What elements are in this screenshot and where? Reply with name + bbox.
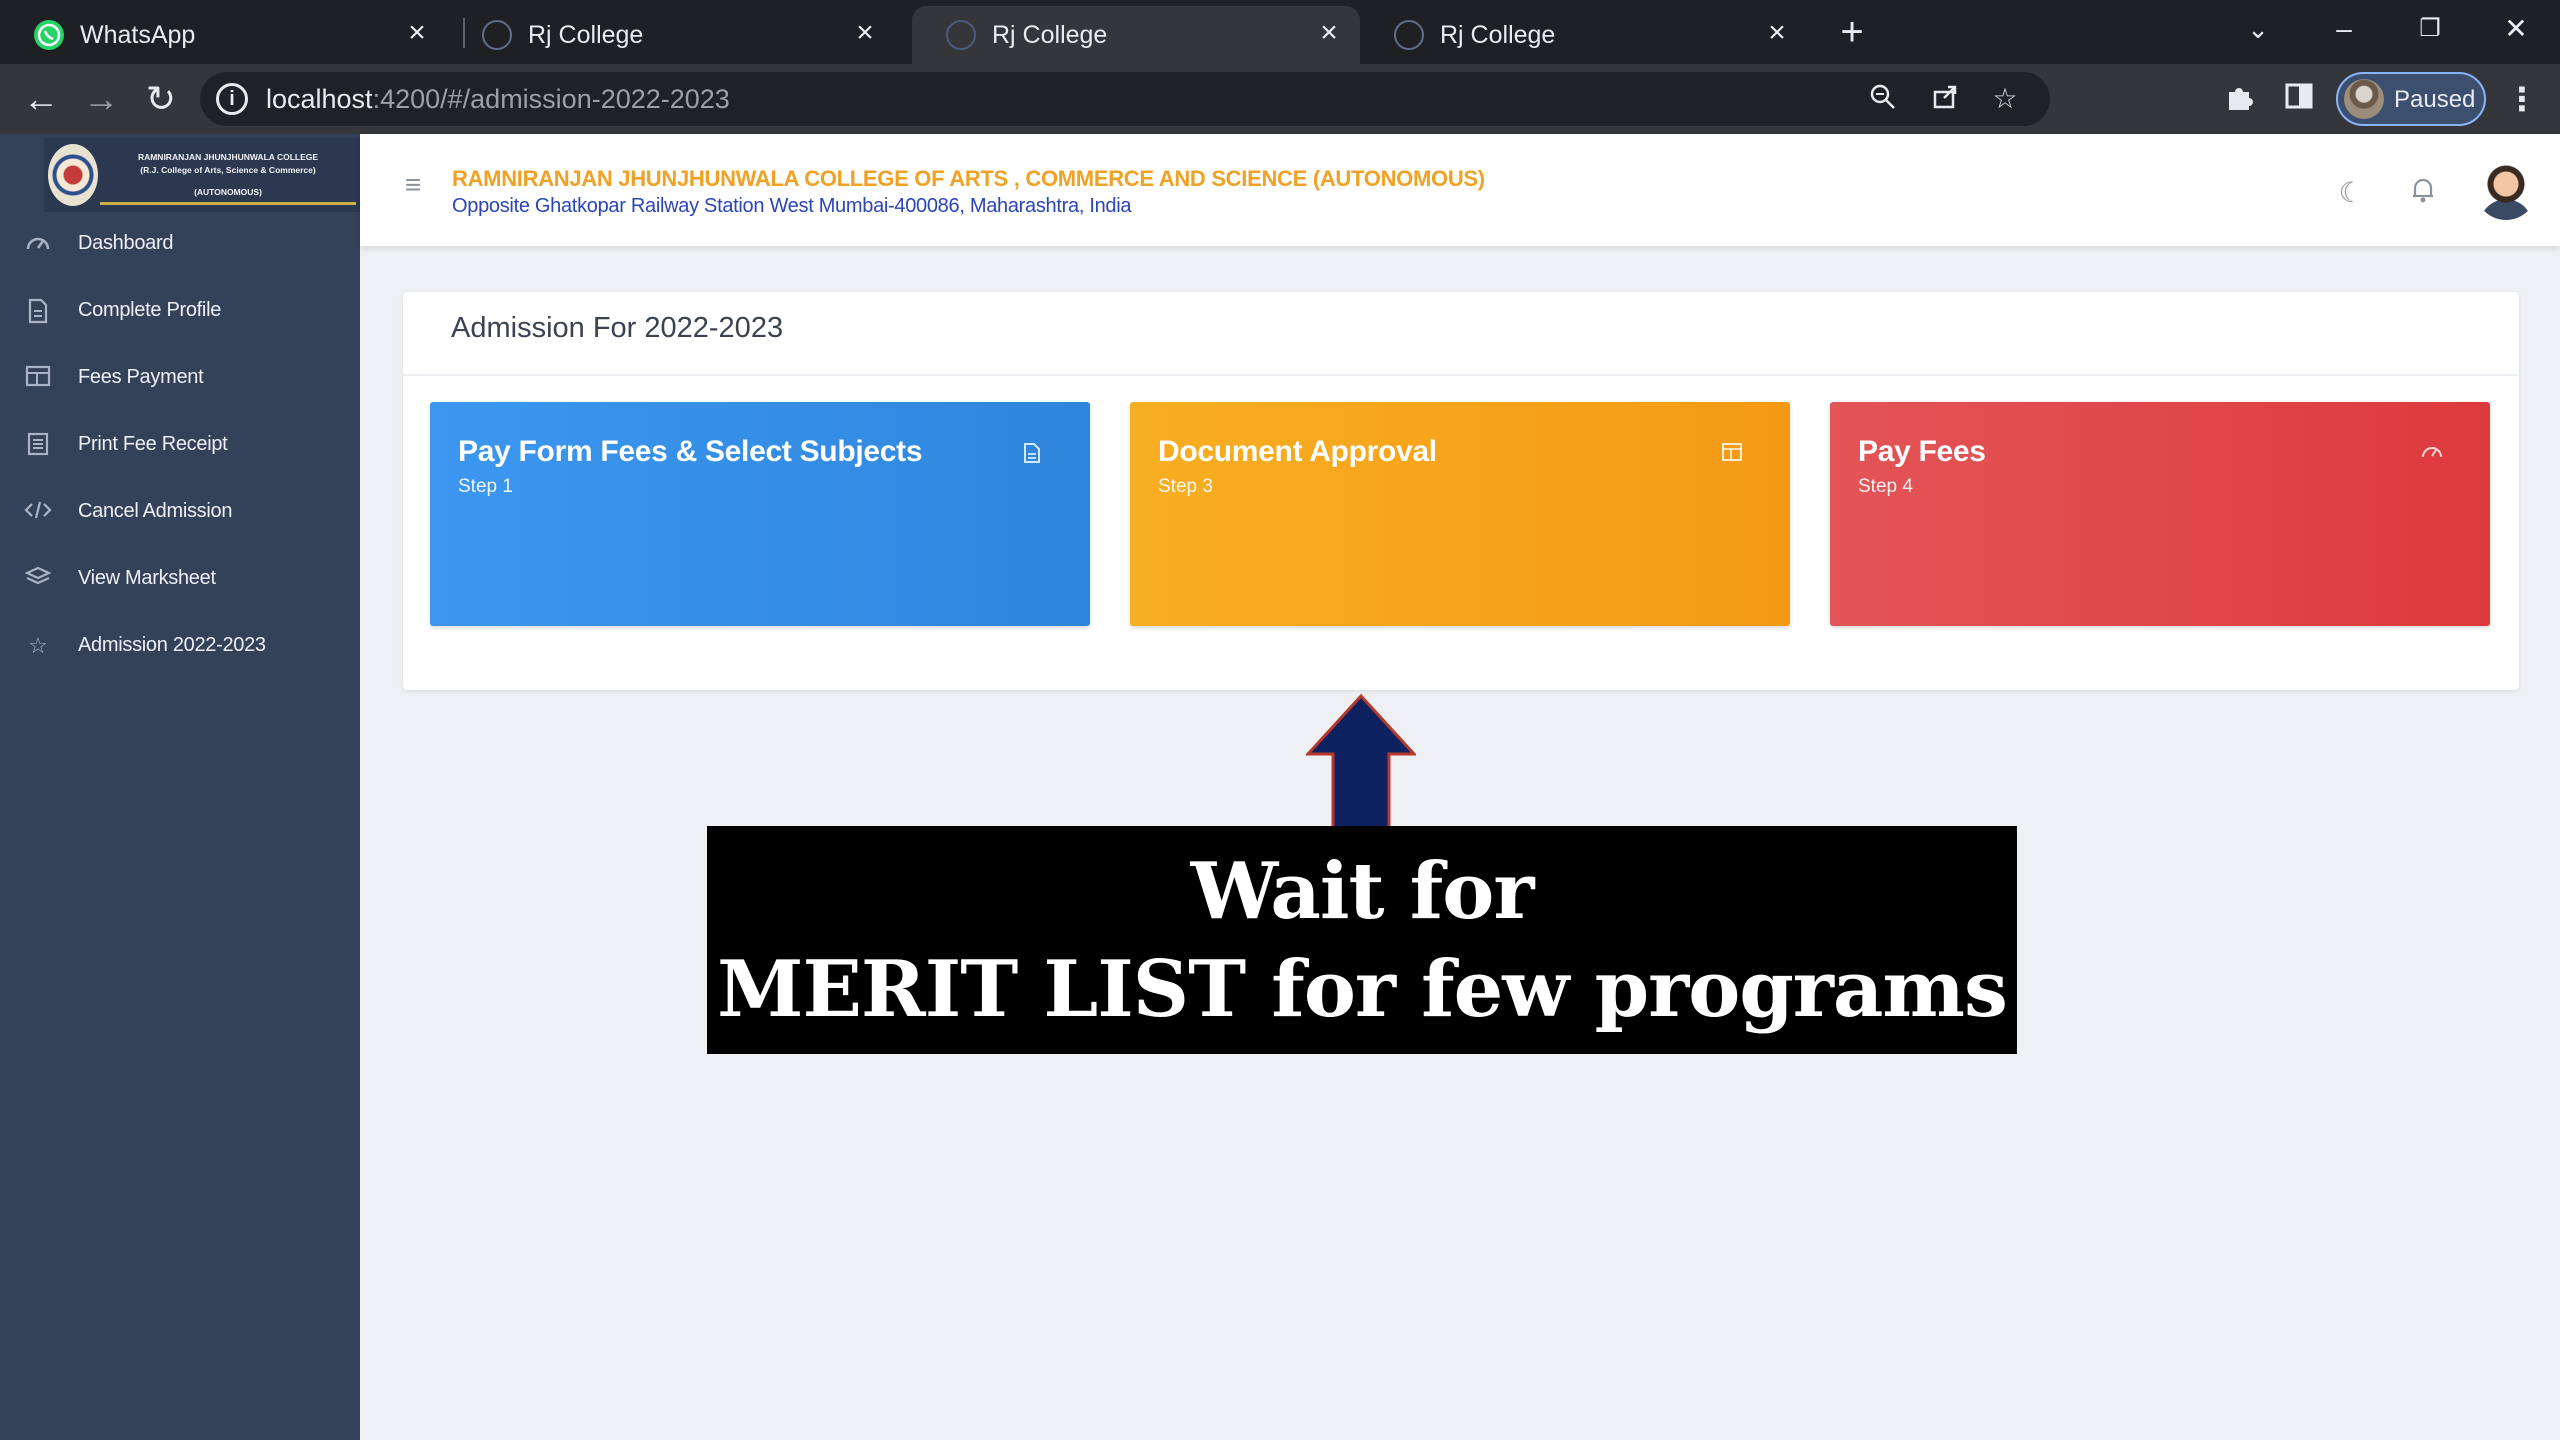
browser-tab-strip: WhatsApp × Rj College × Rj College × Rj … — [0, 0, 2560, 64]
profile-avatar — [2344, 79, 2384, 119]
step-subtitle: Step 1 — [458, 476, 513, 497]
sidebar-item-label: Complete Profile — [78, 299, 222, 321]
side-panel-icon[interactable] — [2280, 80, 2318, 118]
tab-title: WhatsApp — [80, 21, 196, 49]
table-icon — [24, 365, 52, 391]
sidebar-item-label: View Marksheet — [78, 567, 216, 589]
code-icon — [24, 499, 52, 525]
tab-title: Rj College — [1440, 21, 1556, 49]
sidebar-item-label: Print Fee Receipt — [78, 433, 228, 455]
logo-line: (R.J. College of Arts, Science & Commerc… — [140, 165, 316, 175]
dark-mode-moon-icon[interactable]: ☾ — [2334, 176, 2368, 210]
browser-tab-rj-college-1[interactable]: Rj College × — [448, 6, 896, 64]
step-card-pay-fees[interactable]: Pay Fees Step 4 — [1830, 402, 2490, 626]
college-seal-icon — [48, 144, 98, 206]
document-icon — [1020, 442, 1044, 466]
caption-line-1: Wait for — [1190, 846, 1535, 937]
step-title: Pay Form Fees & Select Subjects — [458, 435, 923, 468]
annotation-caption: Wait for MERIT LIST for few programs — [707, 826, 2017, 1054]
college-favicon-icon — [1394, 20, 1424, 50]
screen: WhatsApp × Rj College × Rj College × Rj … — [0, 0, 2560, 1440]
step-title: Pay Fees — [1858, 435, 1986, 468]
address-bar[interactable]: i localhost:4200/#/admission-2022-2023 ☆ — [200, 72, 2050, 126]
card-title: Admission For 2022-2023 — [451, 312, 784, 344]
browser-tab-whatsapp[interactable]: WhatsApp × — [0, 6, 448, 64]
new-tab-icon[interactable]: + — [1830, 10, 1874, 54]
profile-status: Paused — [2394, 86, 2476, 113]
restore-icon[interactable]: ❐ — [2400, 6, 2460, 52]
tab-title: Rj College — [992, 21, 1108, 49]
sidebar-item-dashboard[interactable]: Dashboard — [0, 218, 360, 270]
close-tab-icon[interactable]: × — [1312, 16, 1346, 50]
logo-rule — [100, 202, 356, 205]
profile-button[interactable]: Paused — [2336, 72, 2486, 126]
sidebar-item-view-marksheet[interactable]: View Marksheet — [0, 553, 360, 605]
sidebar-item-admission-2022-2023[interactable]: ☆ Admission 2022-2023 — [0, 620, 360, 672]
url-text[interactable]: localhost:4200/#/admission-2022-2023 — [266, 84, 730, 115]
dashboard-gauge-icon — [24, 231, 52, 257]
back-icon[interactable]: ← — [16, 74, 66, 124]
card-divider — [403, 374, 2519, 376]
sidebar-item-complete-profile[interactable]: Complete Profile — [0, 285, 360, 337]
browser-toolbar: ← → ↻ i localhost:4200/#/admission-2022-… — [0, 64, 2560, 134]
logo-line: RAMNIRANJAN JHUNJHUNWALA COLLEGE — [137, 152, 319, 162]
close-window-icon[interactable]: ✕ — [2486, 6, 2546, 52]
sidebar-item-fees-payment[interactable]: Fees Payment — [0, 352, 360, 404]
logo-line: (AUTONOMOUS) — [194, 187, 262, 197]
step-title: Document Approval — [1158, 435, 1437, 468]
step-card-document-approval[interactable]: Document Approval Step 3 — [1130, 402, 1790, 626]
sidebar: RAMNIRANJAN JHUNJHUNWALA COLLEGE (R.J. C… — [0, 134, 360, 1440]
close-tab-icon[interactable]: × — [400, 16, 434, 50]
document-icon — [24, 298, 52, 324]
browser-menu-icon[interactable]: ⋮ — [2506, 80, 2538, 118]
site-info-icon[interactable]: i — [216, 83, 248, 115]
step-subtitle: Step 3 — [1158, 476, 1213, 497]
table-icon — [1720, 442, 1744, 466]
sidebar-item-label: Fees Payment — [78, 366, 204, 388]
step-card-pay-form-fees[interactable]: Pay Form Fees & Select Subjects Step 1 — [430, 402, 1090, 626]
college-favicon-icon — [946, 20, 976, 50]
extensions-icon[interactable] — [2220, 80, 2258, 118]
user-avatar[interactable] — [2476, 162, 2536, 220]
star-icon: ☆ — [28, 633, 48, 658]
caption-line-2: MERIT LIST for few programs — [717, 944, 2008, 1035]
step-subtitle: Step 4 — [1858, 476, 1913, 497]
browser-tab-rj-college-active[interactable]: Rj College × — [912, 6, 1360, 64]
college-name: RAMNIRANJAN JHUNJHUNWALA COLLEGE OF ARTS… — [452, 166, 1485, 191]
sidebar-item-label: Dashboard — [78, 232, 174, 254]
tab-search-chevron-icon[interactable]: ⌄ — [2228, 6, 2288, 52]
dashboard-gauge-icon — [2420, 442, 2444, 466]
college-logo[interactable]: RAMNIRANJAN JHUNJHUNWALA COLLEGE (R.J. C… — [44, 138, 360, 212]
forward-icon[interactable]: → — [76, 74, 126, 124]
app: RAMNIRANJAN JHUNJHUNWALA COLLEGE (R.J. C… — [0, 134, 2560, 1440]
admission-card: Admission For 2022-2023 Pay Form Fees & … — [403, 292, 2519, 690]
layers-icon — [24, 566, 52, 592]
tab-title: Rj College — [528, 21, 644, 49]
url-path: :4200/#/admission-2022-2023 — [372, 84, 730, 114]
reload-icon[interactable]: ↻ — [136, 74, 186, 124]
browser-tab-rj-college-3[interactable]: Rj College × — [1360, 6, 1808, 64]
college-address: Opposite Ghatkopar Railway Station West … — [452, 195, 1132, 217]
college-favicon-icon — [482, 20, 512, 50]
notification-bell-icon[interactable] — [2406, 176, 2440, 210]
bookmark-star-icon[interactable]: ☆ — [1988, 82, 2022, 116]
close-tab-icon[interactable]: × — [848, 16, 882, 50]
sidebar-item-cancel-admission[interactable]: Cancel Admission — [0, 486, 360, 538]
sidebar-item-label: Admission 2022-2023 — [78, 634, 266, 656]
receipt-icon — [24, 432, 52, 458]
close-tab-icon[interactable]: × — [1760, 16, 1794, 50]
url-host: localhost — [266, 84, 373, 114]
minimize-icon[interactable]: – — [2314, 6, 2374, 52]
share-icon[interactable] — [1928, 82, 1962, 116]
zoom-icon[interactable] — [1866, 82, 1900, 116]
hamburger-menu-icon[interactable]: ≡ — [400, 171, 426, 199]
whatsapp-icon — [34, 20, 64, 50]
app-header: ≡ RAMNIRANJAN JHUNJHUNWALA COLLEGE OF AR… — [360, 134, 2560, 246]
sidebar-item-print-fee-receipt[interactable]: Print Fee Receipt — [0, 419, 360, 471]
sidebar-item-label: Cancel Admission — [78, 500, 233, 522]
